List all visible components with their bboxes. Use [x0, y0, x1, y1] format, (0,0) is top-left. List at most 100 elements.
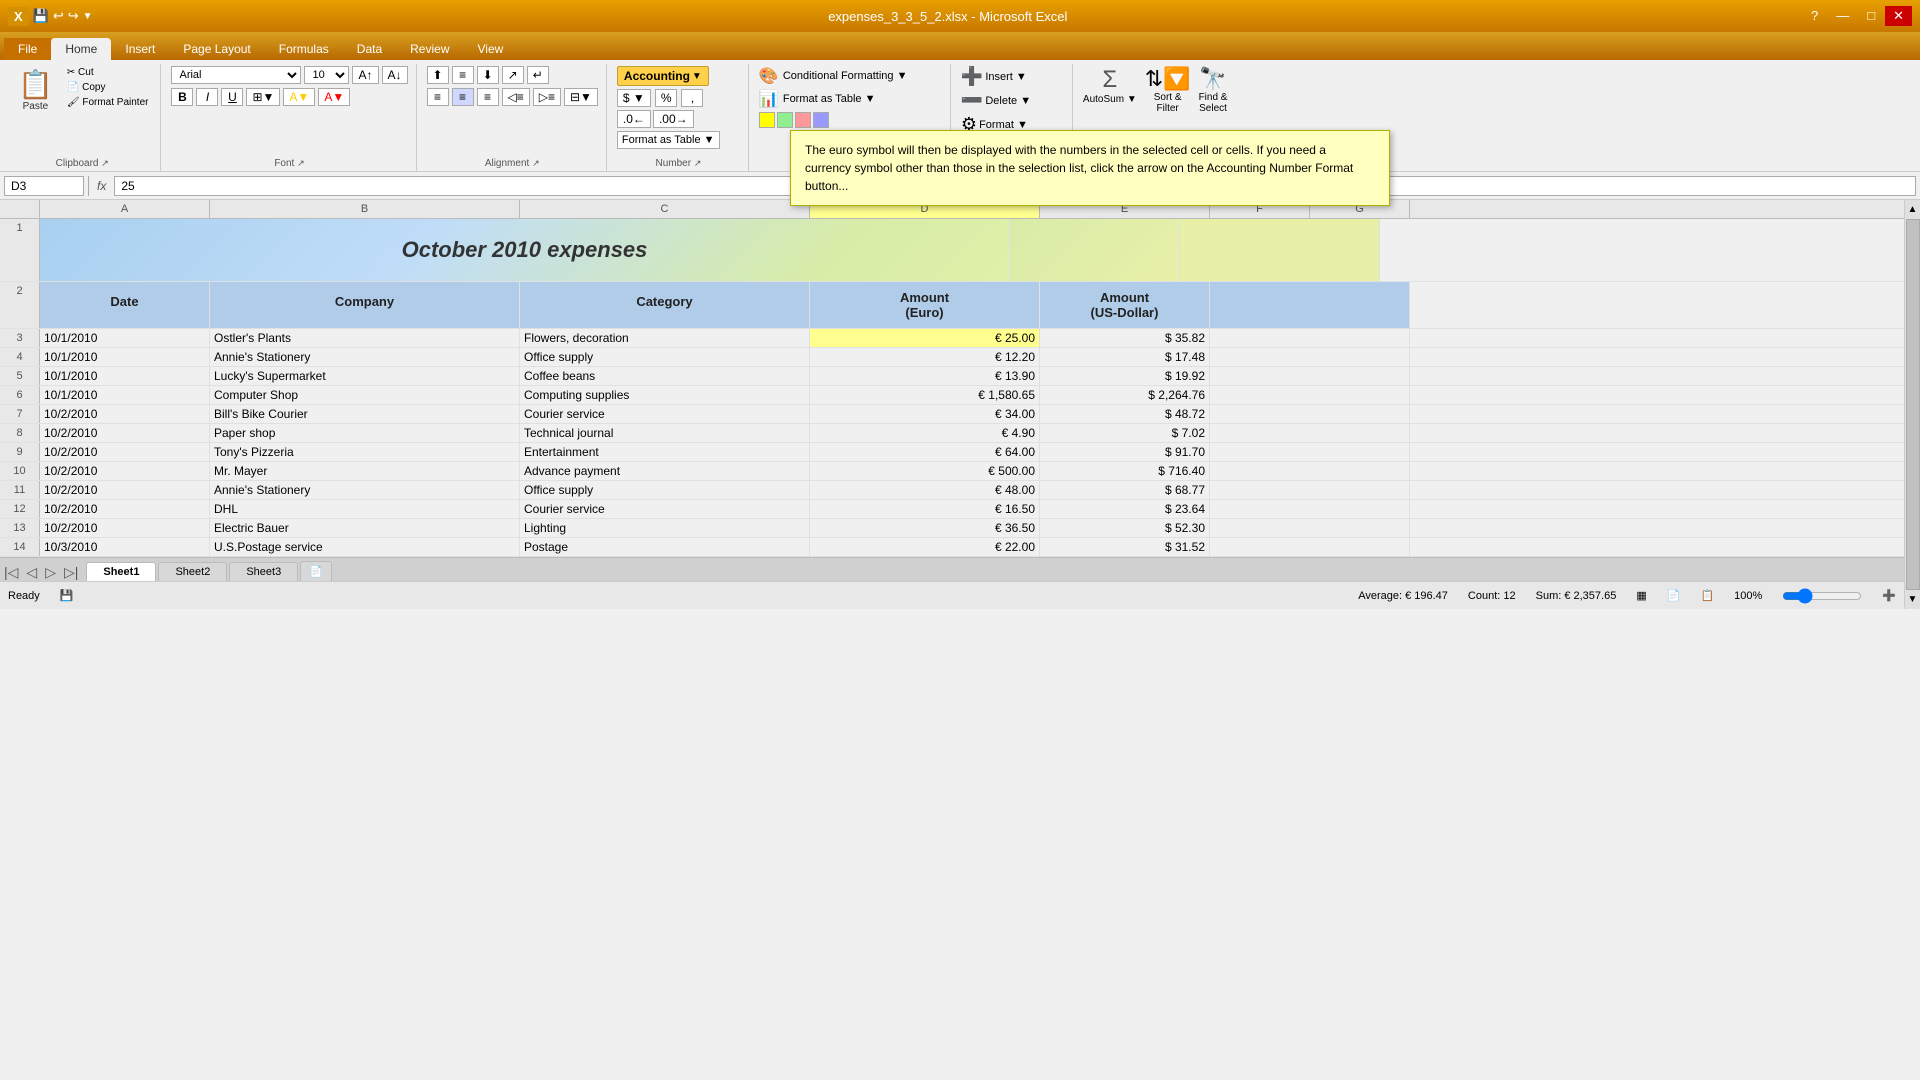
increase-font-btn[interactable]: A↑ [352, 66, 378, 84]
cell-a8[interactable]: 10/2/2010 [40, 424, 210, 442]
amount-usd-header[interactable]: Amount(US-Dollar) [1040, 282, 1210, 328]
cell-b11[interactable]: Annie's Stationery [210, 481, 520, 499]
cell-a3[interactable]: 10/1/2010 [40, 329, 210, 347]
accounting-dropdown[interactable]: Accounting ▼ [617, 66, 709, 86]
sheet-nav-first[interactable]: |◁ [4, 564, 18, 581]
cell-b5[interactable]: Lucky's Supermarket [210, 367, 520, 385]
cell-a5[interactable]: 10/1/2010 [40, 367, 210, 385]
cell-e5[interactable]: $ 19.92 [1040, 367, 1210, 385]
tab-data[interactable]: Data [343, 38, 396, 60]
font-color-button[interactable]: A▼ [318, 88, 350, 106]
dollar-btn[interactable]: $ ▼ [617, 89, 651, 107]
sheet-tab-1[interactable]: Sheet1 [86, 562, 156, 581]
percent-btn[interactable]: % [655, 89, 678, 107]
cell-c5[interactable]: Coffee beans [520, 367, 810, 385]
cell-style-1[interactable] [759, 112, 775, 128]
cell-fg4[interactable] [1210, 348, 1410, 366]
cell-a10[interactable]: 10/2/2010 [40, 462, 210, 480]
sheet-nav-prev[interactable]: ◁ [26, 564, 37, 581]
underline-button[interactable]: U [221, 88, 243, 106]
tab-insert[interactable]: Insert [111, 38, 169, 60]
conditional-formatting-btn[interactable]: Conditional Formatting ▼ [783, 70, 908, 82]
font-name-select[interactable]: Arial [171, 66, 301, 84]
fill-color-button[interactable]: A▼ [283, 88, 315, 106]
align-right-btn[interactable]: ≡ [477, 88, 499, 106]
cell-fg11[interactable] [1210, 481, 1410, 499]
cell-a9[interactable]: 10/2/2010 [40, 443, 210, 461]
cell-d12[interactable]: € 16.50 [810, 500, 1040, 518]
cell-b9[interactable]: Tony's Pizzeria [210, 443, 520, 461]
cell-c8[interactable]: Technical journal [520, 424, 810, 442]
cell-fg9[interactable] [1210, 443, 1410, 461]
bold-button[interactable]: B [171, 88, 193, 106]
cell-d5[interactable]: € 13.90 [810, 367, 1040, 385]
extra-header[interactable] [1210, 282, 1410, 328]
cell-c9[interactable]: Entertainment [520, 443, 810, 461]
cell-a12[interactable]: 10/2/2010 [40, 500, 210, 518]
cell-d9[interactable]: € 64.00 [810, 443, 1040, 461]
insert-btn[interactable]: ➕Insert ▼ [961, 66, 1027, 87]
cell-b6[interactable]: Computer Shop [210, 386, 520, 404]
cell-d11[interactable]: € 48.00 [810, 481, 1040, 499]
title-cell[interactable]: October 2010 expenses [40, 219, 1010, 281]
cell-c11[interactable]: Office supply [520, 481, 810, 499]
cell-d8[interactable]: € 4.90 [810, 424, 1040, 442]
cell-d7[interactable]: € 34.00 [810, 405, 1040, 423]
border-button[interactable]: ⊞▼ [246, 88, 280, 106]
cell-c4[interactable]: Office supply [520, 348, 810, 366]
format-as-table-btn[interactable]: Format as Table ▼ [617, 131, 720, 149]
sheet-nav-last[interactable]: ▷| [64, 564, 78, 581]
cell-fg13[interactable] [1210, 519, 1410, 537]
align-left-btn[interactable]: ≡ [427, 88, 449, 106]
cell-fg10[interactable] [1210, 462, 1410, 480]
cell-e3[interactable]: $ 35.82 [1040, 329, 1210, 347]
scroll-down-btn[interactable]: ▼ [1904, 590, 1920, 609]
increase-indent-btn[interactable]: ▷≡ [533, 88, 561, 106]
cell-e11[interactable]: $ 68.77 [1040, 481, 1210, 499]
align-center-btn[interactable]: ≡ [452, 88, 474, 106]
decrease-font-btn[interactable]: A↓ [382, 66, 408, 84]
cell-e4[interactable]: $ 17.48 [1040, 348, 1210, 366]
cell-reference-box[interactable] [4, 176, 84, 196]
cell-a14[interactable]: 10/3/2010 [40, 538, 210, 556]
cell-e8[interactable]: $ 7.02 [1040, 424, 1210, 442]
cell-fg12[interactable] [1210, 500, 1410, 518]
cell-c10[interactable]: Advance payment [520, 462, 810, 480]
scroll-thumb[interactable] [1906, 219, 1920, 590]
window-controls[interactable]: ? — □ ✕ [1803, 6, 1912, 26]
cell-b10[interactable]: Mr. Mayer [210, 462, 520, 480]
cell-e1[interactable] [1010, 219, 1180, 281]
cell-a4[interactable]: 10/1/2010 [40, 348, 210, 366]
add-sheet-btn[interactable]: 📄 [300, 561, 332, 581]
wrap-text-btn[interactable]: ↵ [527, 66, 549, 84]
cell-fg7[interactable] [1210, 405, 1410, 423]
tab-file[interactable]: File [4, 38, 51, 60]
scroll-up-btn[interactable]: ▲ [1904, 200, 1920, 219]
zoom-in-btn[interactable]: ➕ [1882, 589, 1896, 602]
cell-e13[interactable]: $ 52.30 [1040, 519, 1210, 537]
align-bottom-btn[interactable]: ⬇ [477, 66, 499, 84]
amount-euro-header[interactable]: Amount(Euro) [810, 282, 1040, 328]
comma-btn[interactable]: , [681, 89, 703, 107]
cell-b4[interactable]: Annie's Stationery [210, 348, 520, 366]
cell-c14[interactable]: Postage [520, 538, 810, 556]
view-page-break-btn[interactable]: 📋 [1700, 589, 1714, 602]
cell-c13[interactable]: Lighting [520, 519, 810, 537]
paste-button[interactable]: 📋 Paste [12, 66, 59, 114]
cell-d6[interactable]: € 1,580.65 [810, 386, 1040, 404]
align-middle-btn[interactable]: ≡ [452, 66, 474, 84]
merge-center-btn[interactable]: ⊟▼ [564, 88, 598, 106]
auto-sum-btn[interactable]: Σ AutoSum ▼ [1083, 66, 1137, 105]
cell-fg14[interactable] [1210, 538, 1410, 556]
cell-fg8[interactable] [1210, 424, 1410, 442]
format-painter-button[interactable]: 🖌 Format Painter [63, 96, 153, 109]
cell-e12[interactable]: $ 23.64 [1040, 500, 1210, 518]
cell-fg5[interactable] [1210, 367, 1410, 385]
cell-a7[interactable]: 10/2/2010 [40, 405, 210, 423]
cell-b7[interactable]: Bill's Bike Courier [210, 405, 520, 423]
cell-c3[interactable]: Flowers, decoration [520, 329, 810, 347]
view-page-layout-btn[interactable]: 📄 [1667, 589, 1681, 602]
tab-page-layout[interactable]: Page Layout [169, 38, 264, 60]
cell-e7[interactable]: $ 48.72 [1040, 405, 1210, 423]
sheet-tab-2[interactable]: Sheet2 [158, 562, 227, 581]
